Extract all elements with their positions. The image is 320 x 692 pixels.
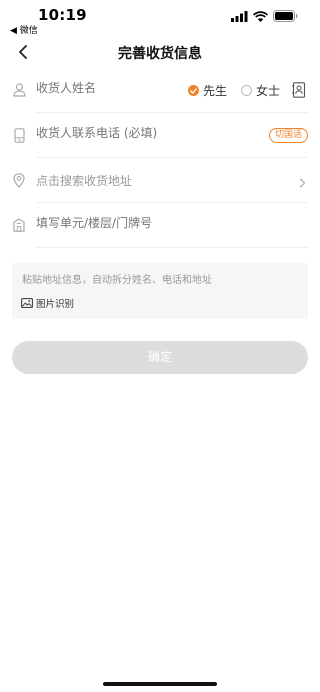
building-icon xyxy=(12,217,26,233)
gender-option-ms-label: 女士 xyxy=(255,84,280,98)
address-search-label: 点击搜索收货地址 xyxy=(36,174,133,188)
address-form: 先生 女士 切国话 xyxy=(0,68,320,248)
radio-checked-icon xyxy=(187,85,199,96)
name-row: 先生 女士 xyxy=(0,68,320,113)
detail-row xyxy=(0,203,320,248)
signal-icon xyxy=(231,10,248,22)
paste-hint: 粘贴地址信息，自动拆分姓名、电话和地址 xyxy=(22,275,212,286)
gender-option-mr-label: 先生 xyxy=(202,84,227,98)
battery-icon xyxy=(273,10,298,22)
chevron-right-icon xyxy=(299,174,307,188)
phone-row: 切国话 xyxy=(0,113,320,158)
receiver-name-input[interactable] xyxy=(36,81,176,95)
divider xyxy=(36,247,308,248)
paste-address-box[interactable]: 粘贴地址信息，自动拆分姓名、电话和地址 图片识别 xyxy=(12,263,308,319)
navigation-bar: 完善收货信息 xyxy=(0,36,320,68)
home-indicator xyxy=(103,682,217,686)
gender-option-mr[interactable]: 先生 xyxy=(187,82,227,99)
location-pin-icon xyxy=(12,172,26,188)
back-to-app-link[interactable]: ◀ 微信 xyxy=(10,23,38,36)
gender-option-ms[interactable]: 女士 xyxy=(240,82,280,99)
confirm-button[interactable]: 确定 xyxy=(12,341,308,374)
gender-selector: 先生 女士 xyxy=(187,82,280,99)
image-icon xyxy=(21,298,33,308)
phone-icon xyxy=(12,127,26,143)
switch-phone-button[interactable]: 切国话 xyxy=(268,128,308,143)
contact-book-icon xyxy=(292,82,306,98)
contact-book-button[interactable] xyxy=(292,82,308,98)
status-bar: 10:19 ◀ 微信 xyxy=(0,0,320,36)
image-recognize-label: 图片识别 xyxy=(36,299,75,310)
image-recognize-button[interactable]: 图片识别 xyxy=(21,296,74,310)
system-icons xyxy=(231,10,298,22)
page-title: 完善收货信息 xyxy=(118,46,202,62)
person-icon xyxy=(12,82,26,98)
status-time: 10:19 xyxy=(38,6,87,24)
phone-input[interactable] xyxy=(36,126,236,140)
detail-address-input[interactable] xyxy=(36,216,236,230)
radio-unchecked-icon xyxy=(240,85,252,96)
address-row[interactable]: 点击搜索收货地址 xyxy=(0,158,320,203)
wifi-icon xyxy=(253,10,268,22)
